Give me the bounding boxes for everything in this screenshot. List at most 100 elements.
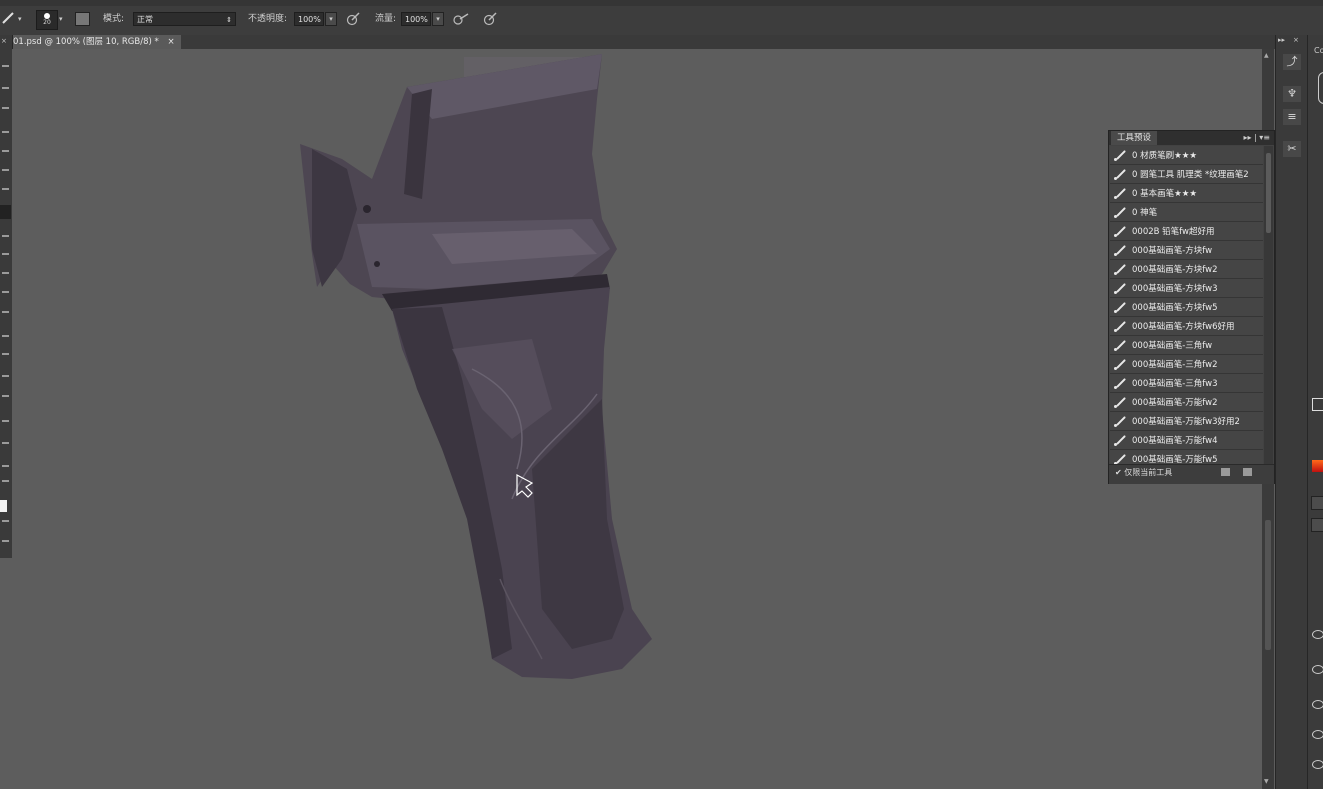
expand-dock-icon[interactable]: ▸▸ bbox=[1278, 36, 1285, 44]
pen-tool-icon[interactable] bbox=[2, 353, 9, 355]
shape-tool-icon[interactable] bbox=[2, 420, 9, 422]
new-preset-icon[interactable] bbox=[1221, 468, 1230, 476]
canvas-scroll-thumb[interactable] bbox=[1265, 520, 1271, 650]
current-tool-only-checkbox[interactable]: ✔ 仅限当前工具 bbox=[1115, 467, 1172, 478]
layer-visibility-eye-icon[interactable] bbox=[1312, 700, 1323, 709]
scroll-down-arrow-icon[interactable]: ▼ bbox=[1264, 778, 1269, 785]
pressure-opacity-icon[interactable] bbox=[346, 12, 360, 26]
layer-visibility-eye-icon[interactable] bbox=[1312, 630, 1323, 639]
scroll-up-arrow-icon[interactable]: ▲ bbox=[1264, 52, 1269, 59]
dodge-tool-icon[interactable] bbox=[2, 335, 9, 337]
foreground-color-swatch[interactable] bbox=[0, 500, 7, 512]
preset-item[interactable]: 000基础画笔-万能fw5 bbox=[1110, 450, 1263, 464]
zoom-tool-icon[interactable] bbox=[2, 465, 9, 467]
preset-item[interactable]: 000基础画笔-三角fw3 bbox=[1110, 374, 1263, 393]
brush-preset-icon bbox=[1114, 453, 1126, 464]
mode-select[interactable]: 正常 ⇕ bbox=[133, 12, 236, 26]
eyedropper-tool-icon[interactable] bbox=[2, 169, 9, 171]
brush-size-value: 20 bbox=[43, 19, 51, 26]
marquee-tool-icon[interactable] bbox=[2, 87, 9, 89]
preset-item[interactable]: 000基础画笔-方块fw3 bbox=[1110, 279, 1263, 298]
tool-presets-tab[interactable]: 工具预设 bbox=[1111, 131, 1158, 145]
menu-strip bbox=[0, 0, 1323, 6]
document-canvas[interactable] bbox=[12, 49, 1262, 789]
opacity-input[interactable]: 100% bbox=[294, 12, 324, 26]
brush-preset-icon bbox=[1114, 149, 1126, 161]
preset-item[interactable]: 000基础画笔-方块fw2 bbox=[1110, 260, 1263, 279]
stamp-tool-icon[interactable] bbox=[2, 235, 9, 237]
flow-input[interactable]: 100% bbox=[401, 12, 431, 26]
preset-item[interactable]: 000基础画笔-三角fw bbox=[1110, 336, 1263, 355]
preset-item[interactable]: 000基础画笔-万能fw2 bbox=[1110, 393, 1263, 412]
mode-label: 模式: bbox=[103, 14, 125, 24]
document-tab[interactable]: 01.psd @ 100% (图层 10, RGB/8) * × bbox=[10, 35, 181, 49]
type-tool-icon[interactable] bbox=[2, 375, 9, 377]
flow-dropdown-button[interactable]: ▾ bbox=[432, 12, 444, 26]
preset-item[interactable]: 000基础画笔-方块fw bbox=[1110, 241, 1263, 260]
brush-tool-icon[interactable] bbox=[2, 12, 14, 24]
brush-panel-icon[interactable]: ≡ bbox=[1283, 109, 1301, 125]
hand-tool-icon[interactable] bbox=[2, 442, 9, 444]
brush-tool-active-icon[interactable] bbox=[0, 205, 11, 219]
tool-preset-dropdown-icon[interactable]: ▾ bbox=[18, 12, 22, 26]
preset-item[interactable]: 0 圆笔工具 肌理类 *纹理画笔2 bbox=[1110, 165, 1263, 184]
swap-colors-icon[interactable] bbox=[2, 480, 9, 482]
preset-list: 0 材质笔刷★★★ 0 圆笔工具 肌理类 *纹理画笔2 0 基本画笔★★★ 0 神笔 0… bbox=[1110, 146, 1263, 464]
preset-item[interactable]: 0 神笔 bbox=[1110, 203, 1263, 222]
swatch-box-icon[interactable] bbox=[1312, 398, 1323, 411]
color-wheel-icon[interactable] bbox=[1318, 72, 1323, 104]
quick-select-tool-icon[interactable] bbox=[2, 131, 9, 133]
crop-tool-icon[interactable] bbox=[2, 150, 9, 152]
preset-item-label: 0 圆笔工具 肌理类 *纹理画笔2 bbox=[1132, 170, 1249, 180]
layer-visibility-eye-icon[interactable] bbox=[1312, 730, 1323, 739]
preset-item-label: 0 基本画笔★★★ bbox=[1132, 189, 1197, 199]
quick-mask-icon[interactable] bbox=[2, 520, 9, 522]
brush-panel-toggle-icon[interactable] bbox=[75, 12, 90, 26]
preset-item-label: 000基础画笔-方块fw5 bbox=[1132, 303, 1218, 313]
preset-item-label: 000基础画笔-万能fw4 bbox=[1132, 436, 1218, 446]
healing-tool-icon[interactable] bbox=[2, 188, 9, 190]
close-tab-icon[interactable]: × bbox=[167, 37, 174, 47]
preset-item[interactable]: 000基础画笔-万能fw4 bbox=[1110, 431, 1263, 450]
panel-menu-icon[interactable]: ▸▸ | ▾≡ bbox=[1243, 131, 1270, 145]
gradient-tool-icon[interactable] bbox=[2, 291, 9, 293]
brush-preset-icon bbox=[1114, 434, 1126, 446]
brush-preset-panel-icon[interactable]: ♆ bbox=[1283, 86, 1301, 102]
brush-preset-icon bbox=[1114, 263, 1126, 275]
move-tool-icon[interactable] bbox=[2, 65, 9, 67]
brush-preset-icon bbox=[1114, 187, 1126, 199]
brush-size-dropdown-icon[interactable]: ▾ bbox=[59, 12, 63, 26]
preset-list-scroll-thumb[interactable] bbox=[1266, 153, 1271, 233]
preset-item[interactable]: 0 基本画笔★★★ bbox=[1110, 184, 1263, 203]
brush-size-picker[interactable]: 20 bbox=[36, 10, 58, 30]
preset-item[interactable]: 000基础画笔-三角fw2 bbox=[1110, 355, 1263, 374]
flow-label: 流量: bbox=[375, 14, 397, 24]
trash-icon[interactable] bbox=[1243, 468, 1252, 476]
path-select-tool-icon[interactable] bbox=[2, 395, 9, 397]
history-panel-icon[interactable]: ⤴ bbox=[1283, 54, 1301, 70]
tool-presets-panel-icon[interactable]: ✂ bbox=[1283, 141, 1301, 157]
eraser-tool-icon[interactable] bbox=[2, 272, 9, 274]
screen-mode-icon[interactable] bbox=[2, 540, 9, 542]
layer-visibility-eye-icon[interactable] bbox=[1312, 760, 1323, 769]
opacity-dropdown-button[interactable]: ▾ bbox=[325, 12, 337, 26]
brush-preset-icon bbox=[1114, 225, 1126, 237]
airbrush-icon[interactable] bbox=[453, 12, 469, 26]
blur-tool-icon[interactable] bbox=[2, 311, 9, 313]
preset-item[interactable]: 000基础画笔-万能fw3好用2 bbox=[1110, 412, 1263, 431]
brush-preset-icon bbox=[1114, 415, 1126, 427]
preset-item[interactable]: 0002B 铅笔fw超好用 bbox=[1110, 222, 1263, 241]
color-gradient-swatch[interactable] bbox=[1312, 460, 1323, 472]
lasso-tool-icon[interactable] bbox=[2, 107, 9, 109]
layer-search-icon[interactable] bbox=[1311, 496, 1323, 510]
collapse-toolbox-icon[interactable]: × bbox=[1, 37, 7, 45]
preset-item[interactable]: 0 材质笔刷★★★ bbox=[1110, 146, 1263, 165]
preset-item[interactable]: 000基础画笔-方块fw6好用 bbox=[1110, 317, 1263, 336]
layer-visibility-eye-icon[interactable] bbox=[1312, 665, 1323, 674]
pressure-size-icon[interactable] bbox=[483, 12, 497, 26]
layer-filter-icon[interactable] bbox=[1311, 518, 1323, 532]
history-brush-tool-icon[interactable] bbox=[2, 253, 9, 255]
close-dock-icon[interactable]: × bbox=[1293, 36, 1299, 44]
preset-item[interactable]: 000基础画笔-方块fw5 bbox=[1110, 298, 1263, 317]
document-title: 01.psd @ 100% (图层 10, RGB/8) * bbox=[13, 37, 159, 47]
